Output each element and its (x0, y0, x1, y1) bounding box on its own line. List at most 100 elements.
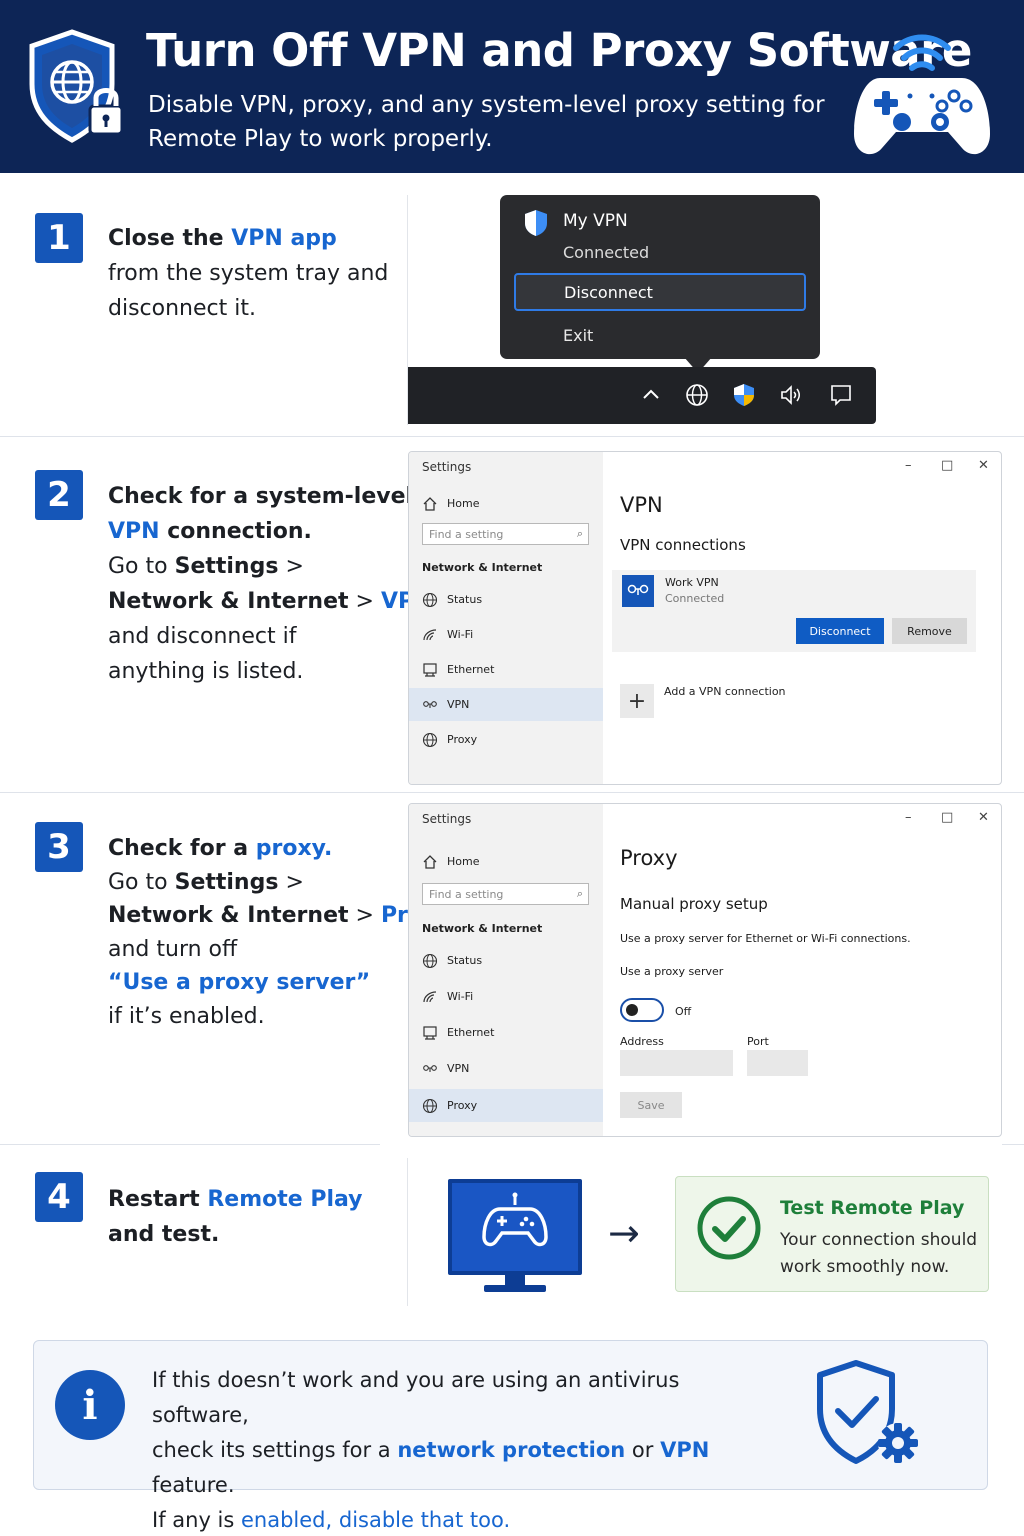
info-icon: i (55, 1370, 125, 1440)
status-globe-icon (422, 953, 438, 969)
settings-window-proxy: Settings – □ ✕ Home Find a setting ⌕ Net… (408, 803, 1002, 1137)
window-title: Settings (422, 460, 472, 474)
page-subtitle: Disable VPN, proxy, and any system-level… (148, 92, 825, 152)
settings-window-vpn: Settings – □ ✕ Home Find a setting ⌕ Net… (408, 451, 1002, 785)
chevron-up-icon[interactable] (639, 383, 663, 407)
search-icon: ⌕ (576, 527, 583, 540)
use-proxy-toggle[interactable] (620, 998, 664, 1022)
wifi-icon (423, 991, 437, 1003)
close-button[interactable]: ✕ (978, 810, 989, 825)
pane-subheading: Manual proxy setup (620, 895, 768, 913)
sidebar-item-proxy[interactable]: Proxy (409, 1089, 603, 1122)
sidebar-item-ethernet[interactable]: Ethernet (409, 1016, 603, 1049)
pane-heading: VPN (620, 493, 663, 517)
sidebar-item-vpn[interactable]: VPN (409, 1052, 603, 1085)
port-field[interactable] (747, 1050, 808, 1076)
home-icon (423, 497, 437, 511)
toggle-state: Off (675, 1005, 692, 1018)
row-divider (0, 436, 1024, 437)
info-text: If this doesn’t work and you are using a… (152, 1368, 710, 1532)
step-1-text: Close the VPN app from the system tray a… (108, 226, 389, 321)
monitor-gamepad-icon (448, 1179, 582, 1275)
arrow-right-icon: → (608, 1211, 640, 1255)
minimize-button[interactable]: – (905, 458, 912, 473)
page-title: Turn Off VPN and Proxy Software (146, 24, 972, 77)
minimize-button[interactable]: – (905, 810, 912, 825)
use-proxy-label: Use a proxy server (620, 965, 724, 978)
plus-icon[interactable]: + (620, 684, 654, 718)
step-3-text: Check for a proxy. Go to Settings > Netw… (108, 836, 458, 1029)
port-label: Port (747, 1035, 769, 1048)
sidebar-item-wifi[interactable]: Wi-Fi (409, 618, 603, 651)
sidebar-section-title: Network & Internet (422, 922, 543, 935)
address-label: Address (620, 1035, 664, 1048)
step-3-number: 3 (35, 822, 83, 872)
sidebar-item-status[interactable]: Status (409, 944, 603, 977)
speaker-icon[interactable] (779, 383, 803, 407)
gamepad-icon (482, 1192, 548, 1247)
wifi-icon (423, 629, 437, 641)
maximize-button[interactable]: □ (941, 458, 953, 473)
test-card-body: Your connection should work smoothly now… (780, 1230, 978, 1277)
divider (407, 1158, 408, 1306)
search-input[interactable]: Find a setting ⌕ (422, 883, 589, 905)
row-divider (0, 792, 1024, 793)
step-4-number: 4 (35, 1172, 83, 1222)
row-divider (0, 1144, 380, 1145)
sidebar-item-wifi[interactable]: Wi-Fi (409, 980, 603, 1013)
ethernet-icon (423, 1026, 437, 1040)
save-button[interactable]: Save (620, 1092, 682, 1118)
monitor-base (484, 1285, 546, 1292)
vpn-status: Connected (665, 592, 725, 605)
vpn-name: Work VPN (665, 576, 719, 589)
address-field[interactable] (620, 1050, 733, 1076)
popup-status: Connected (563, 243, 650, 262)
test-card-title: Test Remote Play (780, 1197, 965, 1219)
sidebar-item-status[interactable]: Status (409, 583, 603, 616)
proxy-globe-icon (422, 732, 438, 748)
popup-exit-button[interactable]: Exit (563, 326, 593, 345)
step-2-number: 2 (35, 470, 83, 520)
maximize-button[interactable]: □ (941, 810, 953, 825)
sidebar-item-home[interactable]: Home (409, 845, 603, 878)
ethernet-icon (423, 663, 437, 677)
gamepad-wifi-icon (854, 34, 990, 155)
step-2-text: Check for a system-level VPN connection.… (108, 484, 440, 684)
sidebar-section-title: Network & Internet (422, 561, 543, 574)
shield-icon[interactable] (732, 383, 756, 407)
check-circle-icon (697, 1196, 761, 1260)
shield-gear-icon (817, 1360, 918, 1464)
sidebar-item-ethernet[interactable]: Ethernet (409, 653, 603, 686)
popup-title: My VPN (563, 211, 628, 231)
home-icon (423, 855, 437, 869)
add-vpn-connection[interactable]: Add a VPN connection (664, 685, 786, 698)
vpn-icon (423, 701, 437, 708)
notification-icon[interactable] (829, 383, 853, 407)
vpn-tray-popup: My VPN Connected Disconnect Exit (500, 195, 820, 359)
vpn-connection-card[interactable]: Work VPN Connected Disconnect Remove (612, 570, 976, 652)
proxy-description: Use a proxy server for Ethernet or Wi-Fi… (620, 932, 911, 945)
sidebar-item-proxy[interactable]: Proxy (409, 723, 603, 756)
remove-button[interactable]: Remove (892, 618, 967, 644)
close-button[interactable]: ✕ (978, 458, 989, 473)
header-banner: Turn Off VPN and Proxy Software Disable … (0, 0, 1024, 173)
search-icon: ⌕ (576, 887, 583, 900)
pane-heading: Proxy (620, 846, 678, 870)
status-globe-icon (422, 592, 438, 608)
shield-globe-lock-icon (29, 29, 124, 143)
search-input[interactable]: Find a setting ⌕ (422, 523, 589, 545)
test-remote-play-card: Test Remote Play Your connection should … (675, 1176, 989, 1292)
proxy-globe-icon (422, 1098, 438, 1114)
pane-subheading: VPN connections (620, 536, 746, 554)
row-divider (1002, 1144, 1024, 1145)
sidebar-item-vpn[interactable]: VPN (409, 688, 603, 721)
step-4-text: Restart Remote Play and test. (108, 1187, 363, 1247)
shield-icon (525, 210, 547, 236)
info-note: i If this doesn’t work and you are using… (33, 1340, 988, 1532)
vpn-icon (622, 575, 654, 607)
popup-disconnect-button[interactable]: Disconnect (514, 273, 806, 311)
sidebar-item-home[interactable]: Home (409, 487, 603, 520)
taskbar (408, 367, 876, 424)
disconnect-button[interactable]: Disconnect (796, 618, 884, 644)
globe-icon[interactable] (685, 383, 709, 407)
